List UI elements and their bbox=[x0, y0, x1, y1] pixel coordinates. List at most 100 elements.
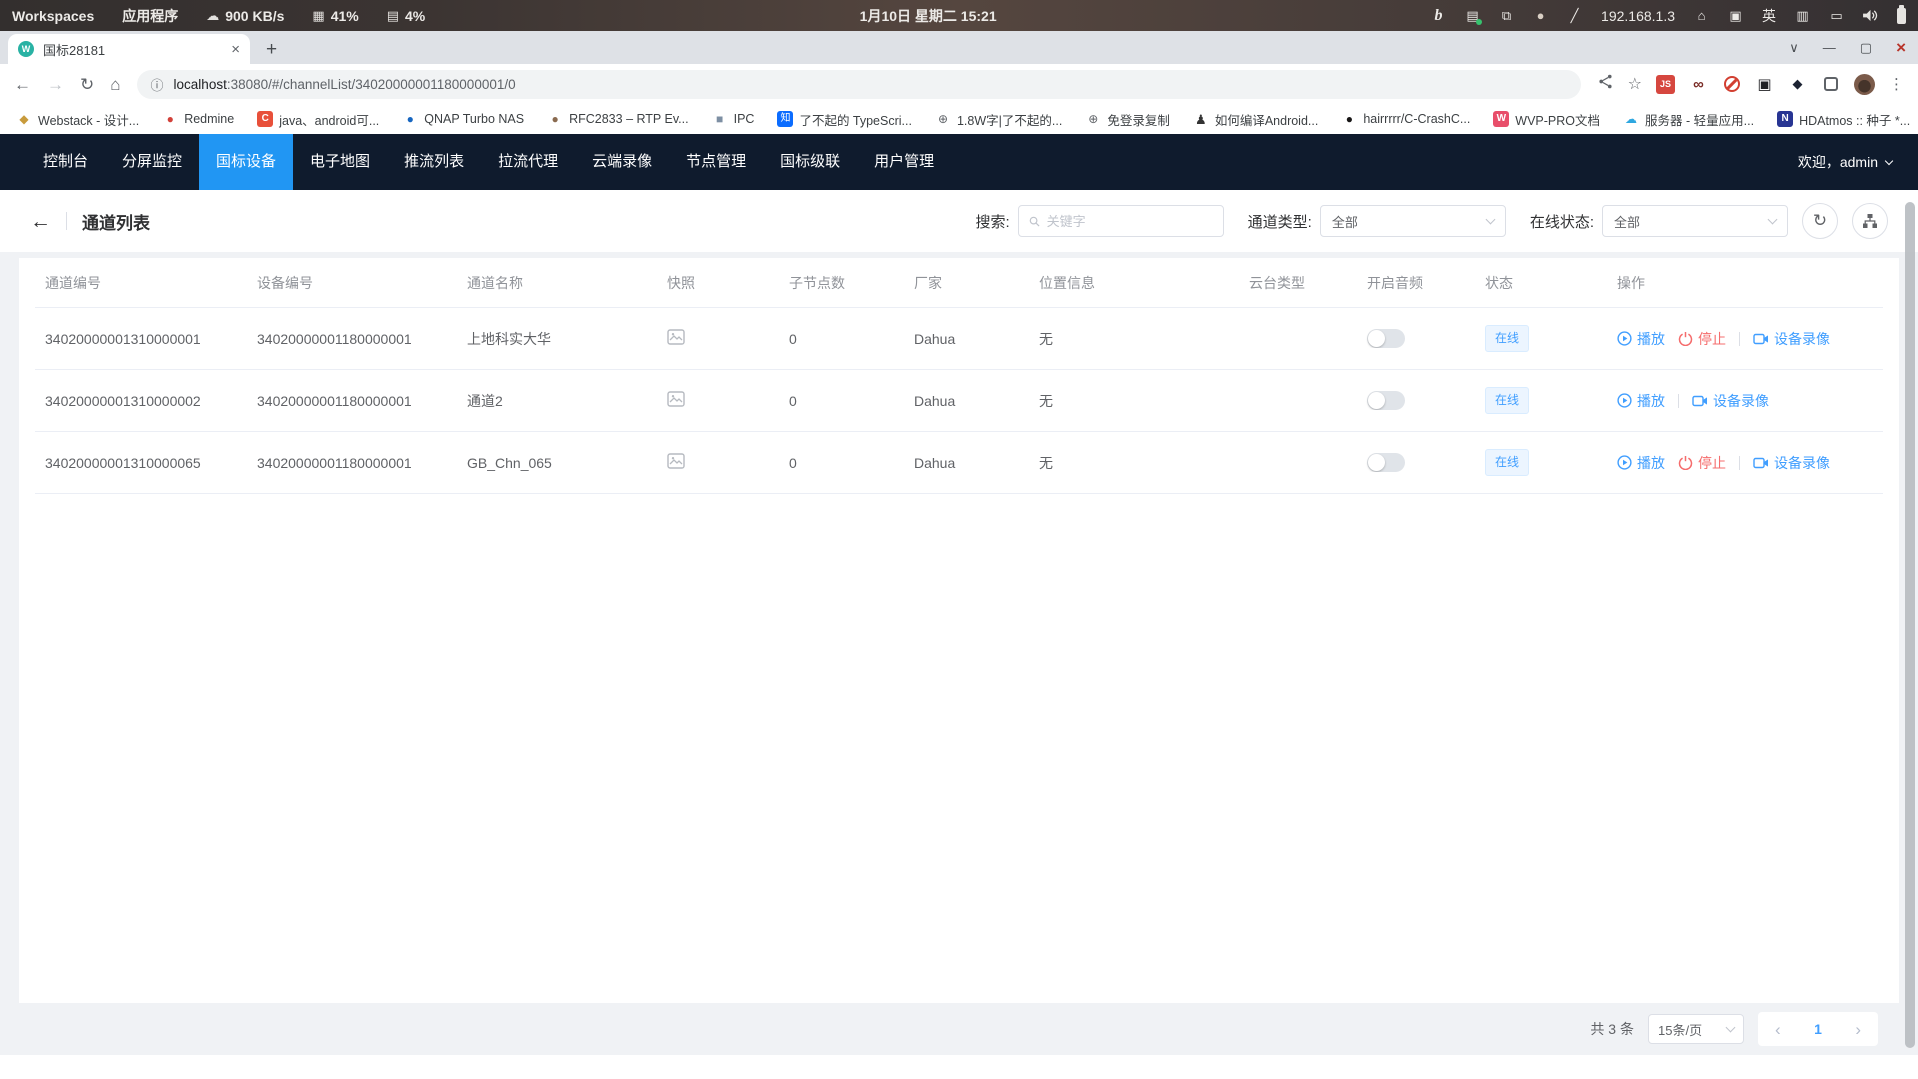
notes-app-icon[interactable]: ▤ bbox=[1465, 8, 1480, 24]
windows-stack-icon[interactable]: ▣ bbox=[1728, 8, 1743, 24]
nav-item[interactable]: 国标级联 bbox=[763, 134, 857, 190]
input-language-indicator[interactable]: 英 bbox=[1762, 6, 1776, 26]
nav-item[interactable]: 分屏监控 bbox=[105, 134, 199, 190]
tab-search-icon[interactable]: ∨ bbox=[1789, 41, 1799, 54]
device-record-button[interactable]: 设备录像 bbox=[1753, 453, 1830, 473]
bookmark-item[interactable]: ● Redmine bbox=[162, 111, 234, 127]
browser-tab[interactable]: W 国标28181 × bbox=[8, 34, 250, 64]
scrollbar-thumb[interactable] bbox=[1905, 202, 1915, 1048]
bookmark-item[interactable]: ⊕ 1.8W字|了不起的... bbox=[935, 110, 1062, 129]
bookmark-label: 免登录复制 bbox=[1107, 110, 1170, 129]
audio-toggle[interactable] bbox=[1367, 453, 1405, 472]
search-input[interactable] bbox=[1047, 214, 1213, 229]
channel-type-select[interactable]: 全部 bbox=[1320, 205, 1506, 237]
play-button[interactable]: 播放 bbox=[1617, 453, 1665, 473]
stop-button[interactable]: 停止 bbox=[1678, 329, 1726, 349]
address-bar[interactable]: ⓘ localhost:38080/#/channelList/34020000… bbox=[137, 70, 1581, 99]
device-record-button[interactable]: 设备录像 bbox=[1692, 391, 1769, 411]
play-button[interactable]: 播放 bbox=[1617, 391, 1665, 411]
cell-channel-id: 34020000001310000001 bbox=[35, 331, 247, 347]
tablet-icon[interactable]: ▥ bbox=[1795, 8, 1810, 24]
bing-tray-icon[interactable]: b bbox=[1431, 7, 1446, 25]
page-size-value: 15条/页 bbox=[1658, 1020, 1702, 1039]
reload-button[interactable]: ↻ bbox=[80, 76, 94, 93]
refresh-button[interactable]: ↻ bbox=[1802, 203, 1838, 239]
broken-image-icon[interactable] bbox=[667, 453, 685, 469]
page-back-button[interactable]: ← bbox=[30, 211, 51, 232]
ip-address[interactable]: 192.168.1.3 bbox=[1601, 8, 1675, 24]
bookmark-item[interactable]: ■ IPC bbox=[712, 111, 755, 127]
bookmark-item[interactable]: ⊕ 免登录复制 bbox=[1085, 110, 1170, 129]
user-menu[interactable]: 欢迎，admin bbox=[1798, 152, 1918, 172]
chevron-down-icon bbox=[1485, 215, 1495, 225]
next-page-button[interactable]: › bbox=[1855, 1021, 1861, 1038]
broken-image-icon[interactable] bbox=[667, 329, 685, 345]
bookmark-star-icon[interactable]: ☆ bbox=[1628, 74, 1642, 94]
ext-blocker-icon[interactable] bbox=[1722, 75, 1741, 94]
bookmark-item[interactable]: W WVP-PRO文档 bbox=[1493, 110, 1600, 129]
close-button[interactable]: × bbox=[1896, 39, 1906, 56]
battery-icon[interactable] bbox=[1897, 8, 1906, 24]
prev-page-button[interactable]: ‹ bbox=[1775, 1021, 1781, 1038]
coffee-icon[interactable]: ● bbox=[1533, 8, 1548, 23]
bookmark-favicon: ⊕ bbox=[935, 111, 951, 127]
bookmark-item[interactable]: ◆ Webstack - 设计... bbox=[16, 110, 139, 129]
audio-toggle[interactable] bbox=[1367, 329, 1405, 348]
cell-vendor: Dahua bbox=[904, 393, 1029, 409]
applications-button[interactable]: 应用程序 bbox=[122, 6, 178, 26]
current-page-button[interactable]: 1 bbox=[1814, 1021, 1822, 1037]
ext-json-viewer-icon[interactable]: JS bbox=[1656, 75, 1675, 94]
tree-view-button[interactable] bbox=[1852, 203, 1888, 239]
bookmark-item[interactable]: ● RFC2833 – RTP Ev... bbox=[547, 111, 689, 127]
bookmark-item[interactable]: ♟ 如何编译Android... bbox=[1193, 110, 1319, 129]
forward-button[interactable]: → bbox=[47, 76, 64, 93]
clock[interactable]: 1月10日 星期二 15:21 bbox=[425, 6, 1431, 26]
tab-close-icon[interactable]: × bbox=[231, 41, 240, 58]
pen-icon[interactable]: ╱ bbox=[1567, 8, 1582, 24]
nav-item[interactable]: 节点管理 bbox=[669, 134, 763, 190]
broken-image-icon[interactable] bbox=[667, 391, 685, 407]
stop-button[interactable]: 停止 bbox=[1678, 453, 1726, 473]
app-navbar: 控制台 分屏监控 国标设备 电子地图 推流列表 拉流代理 云端录像 节点管理 国… bbox=[0, 134, 1918, 190]
bookmark-item[interactable]: N HDAtmos :: 种子 *... bbox=[1777, 110, 1910, 129]
bookmark-item[interactable]: ● hairrrrr/C-CrashC... bbox=[1341, 111, 1470, 127]
play-button[interactable]: 播放 bbox=[1617, 329, 1665, 349]
profile-avatar[interactable] bbox=[1854, 74, 1875, 95]
ext-screenshot-icon[interactable]: ▣ bbox=[1755, 75, 1774, 94]
online-status-select[interactable]: 全部 bbox=[1602, 205, 1788, 237]
page-size-select[interactable]: 15条/页 bbox=[1648, 1014, 1744, 1044]
bookmark-item[interactable]: 知 了不起的 TypeScri... bbox=[777, 110, 912, 129]
nav-item[interactable]: 推流列表 bbox=[387, 134, 481, 190]
chevron-down-icon bbox=[1726, 1023, 1736, 1033]
device-record-button[interactable]: 设备录像 bbox=[1753, 329, 1830, 349]
system-top-bar: Workspaces 应用程序 ☁ 900 KB/s ▦ 41% ▤ 4% 1月… bbox=[0, 0, 1918, 31]
ext-glasses-icon[interactable]: ∞ bbox=[1689, 75, 1708, 94]
site-info-icon[interactable]: ⓘ bbox=[151, 75, 164, 94]
maximize-button[interactable]: ▢ bbox=[1860, 41, 1872, 54]
bookmark-item[interactable]: C java、android可... bbox=[257, 110, 379, 129]
nav-item[interactable]: 拉流代理 bbox=[481, 134, 575, 190]
bookmark-item[interactable]: ☁ 服务器 - 轻量应用... bbox=[1623, 110, 1754, 129]
nav-item[interactable]: 控制台 bbox=[26, 134, 105, 190]
browser-menu-icon[interactable]: ⋮ bbox=[1889, 75, 1904, 93]
workspaces-button[interactable]: Workspaces bbox=[12, 8, 94, 24]
audio-toggle[interactable] bbox=[1367, 391, 1405, 410]
bookmark-item[interactable]: ● QNAP Turbo NAS bbox=[402, 111, 524, 127]
record-label: 设备录像 bbox=[1713, 391, 1769, 411]
clipboard-icon[interactable]: ⧉ bbox=[1499, 8, 1514, 24]
sound-icon[interactable] bbox=[1863, 9, 1878, 22]
home-tray-icon[interactable]: ⌂ bbox=[1694, 8, 1709, 23]
monitor-icon[interactable]: ▭ bbox=[1829, 8, 1844, 24]
share-icon[interactable] bbox=[1597, 73, 1614, 95]
nav-item[interactable]: 国标设备 bbox=[199, 134, 293, 190]
back-button[interactable]: ← bbox=[14, 76, 31, 93]
nav-item[interactable]: 电子地图 bbox=[293, 134, 387, 190]
minimize-button[interactable]: — bbox=[1823, 41, 1836, 54]
bookmark-favicon: N bbox=[1777, 111, 1793, 127]
ext-dark-icon[interactable]: ◆ bbox=[1788, 75, 1807, 94]
nav-item[interactable]: 云端录像 bbox=[575, 134, 669, 190]
new-tab-button[interactable]: + bbox=[266, 40, 277, 59]
home-button[interactable]: ⌂ bbox=[110, 76, 120, 93]
ext-frame-icon[interactable] bbox=[1821, 75, 1840, 94]
nav-item[interactable]: 用户管理 bbox=[857, 134, 951, 190]
